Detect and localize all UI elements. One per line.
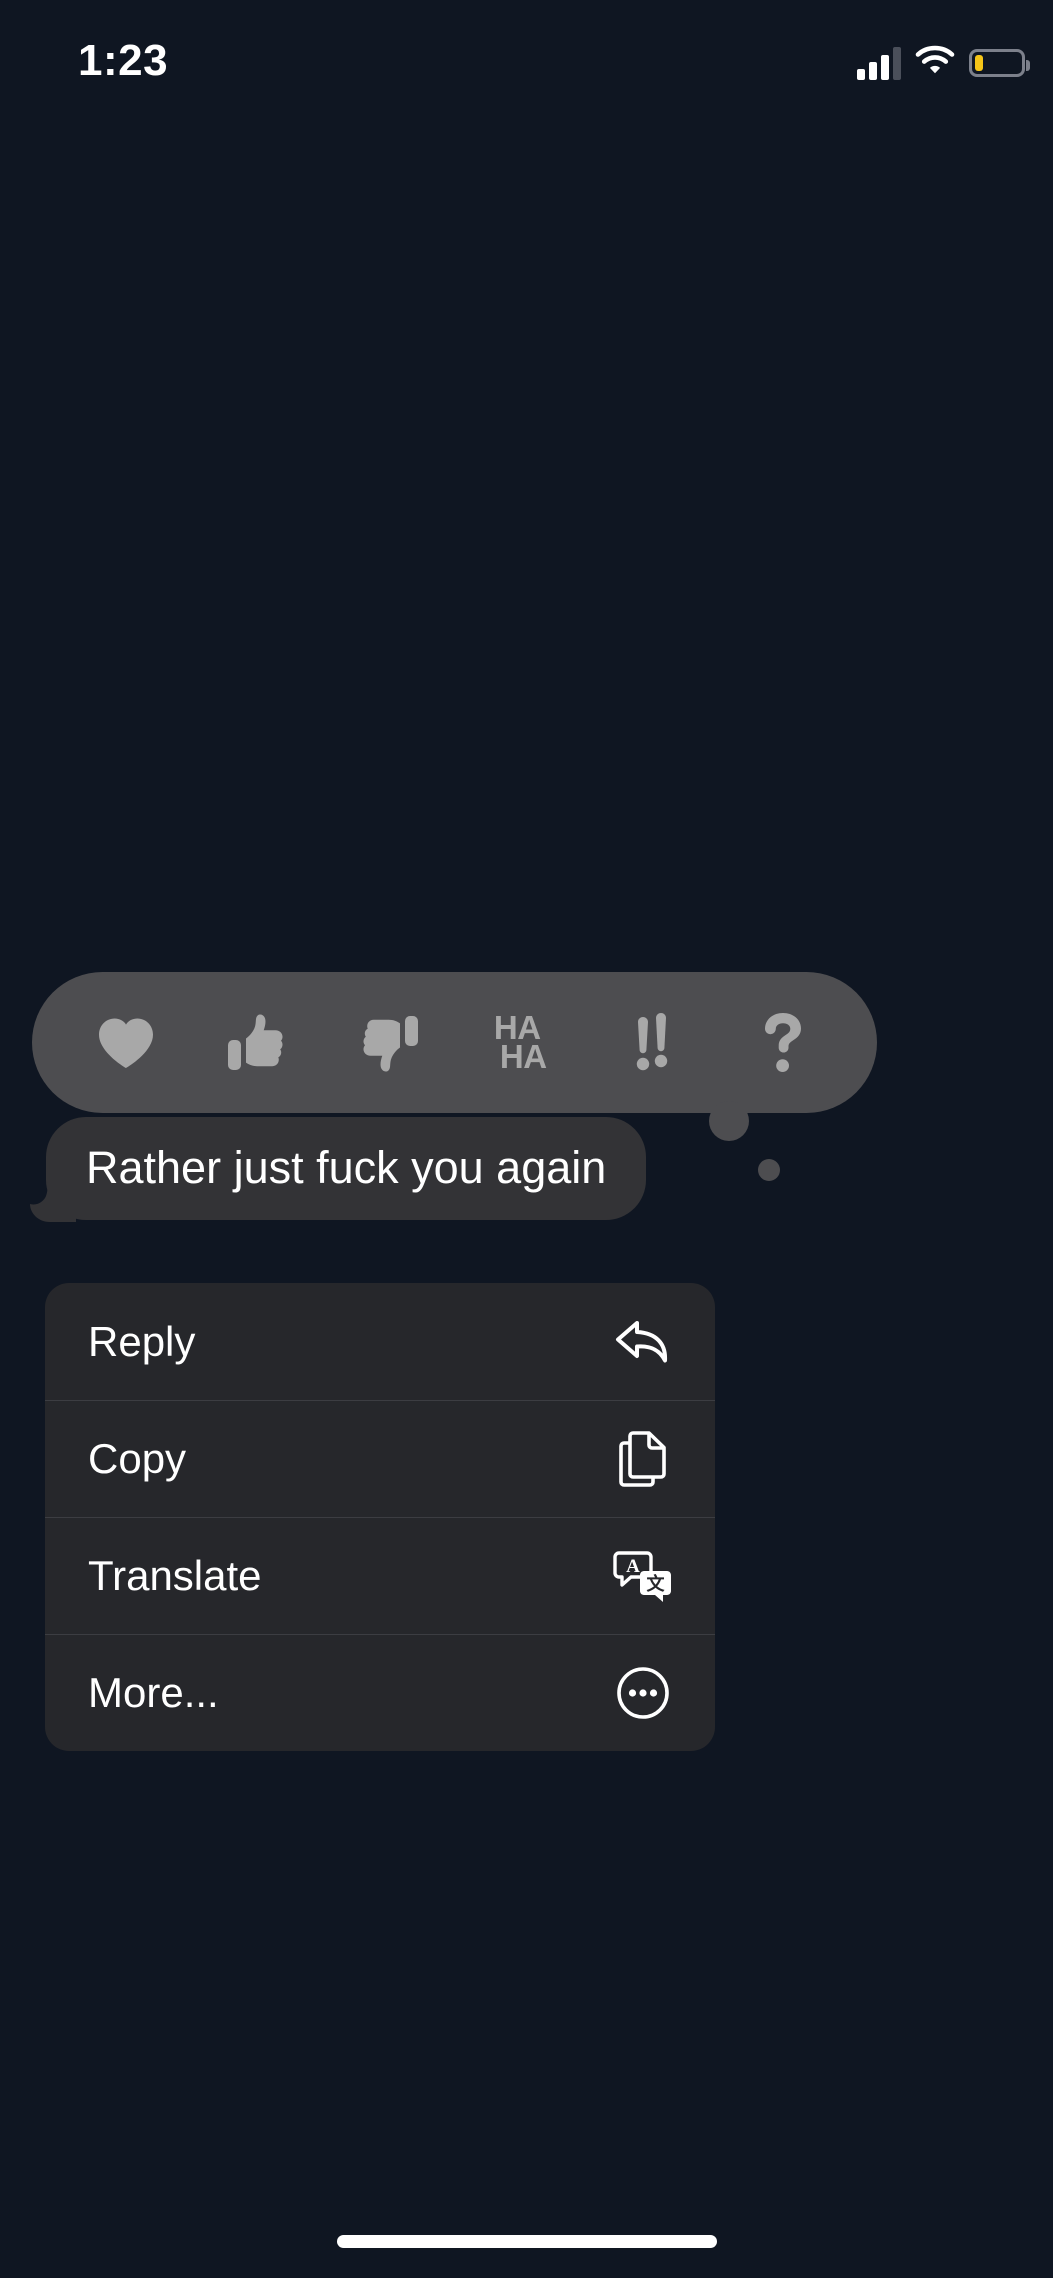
heart-icon	[96, 1016, 156, 1070]
svg-text:A: A	[626, 1556, 640, 1577]
thumbs-down-icon	[359, 1012, 419, 1074]
context-menu-label: Reply	[88, 1317, 196, 1365]
copy-documents-icon	[613, 1429, 673, 1489]
thumbs-up-icon	[227, 1012, 287, 1074]
question-mark-icon	[760, 1012, 806, 1074]
status-bar-indicators	[857, 44, 1030, 81]
message-context-menu[interactable]: Reply Copy Translate A 文 More...	[45, 1283, 715, 1751]
message-text: Rather just fuck you again	[86, 1142, 607, 1193]
cellular-bars-icon	[857, 46, 901, 80]
tapback-tail-small-dot	[758, 1159, 780, 1181]
translate-bubbles-icon: A 文	[613, 1546, 673, 1606]
message-bubble-incoming[interactable]: Rather just fuck you again	[30, 1117, 647, 1222]
tapback-option-thumbsdown[interactable]	[335, 989, 443, 1097]
context-menu-label: More...	[88, 1668, 219, 1716]
tapback-option-thumbsup[interactable]	[203, 989, 311, 1097]
tapback-option-heart[interactable]	[72, 989, 180, 1097]
context-menu-label: Translate	[88, 1551, 262, 1599]
tapback-tail-large-dot	[709, 1101, 749, 1141]
more-ellipsis-circle-icon	[613, 1663, 673, 1723]
context-menu-item-more[interactable]: More...	[45, 1634, 715, 1751]
tapback-reaction-bar[interactable]: HA HA	[32, 972, 877, 1113]
svg-text:文: 文	[647, 1573, 666, 1595]
haha-icon: HA HA	[494, 1011, 547, 1075]
tapback-option-haha[interactable]: HA HA	[466, 989, 574, 1097]
tapback-option-question[interactable]	[729, 989, 837, 1097]
reply-arrow-icon	[613, 1312, 673, 1372]
message-bubble-tail	[30, 1182, 76, 1222]
status-bar-time: 1:23	[78, 36, 169, 85]
context-menu-item-copy[interactable]: Copy	[45, 1400, 715, 1517]
context-menu-item-reply[interactable]: Reply	[45, 1283, 715, 1400]
double-exclamation-icon	[625, 1012, 679, 1074]
wifi-icon	[915, 44, 955, 81]
battery-icon	[969, 48, 1030, 77]
home-indicator[interactable]	[336, 2235, 717, 2248]
context-menu-label: Copy	[88, 1434, 187, 1482]
status-bar: 1:23	[0, 0, 1053, 110]
battery-fill	[975, 54, 983, 71]
tapback-option-exclamation[interactable]	[598, 989, 706, 1097]
haha-line-2: HA	[499, 1037, 547, 1075]
context-menu-item-translate[interactable]: Translate A 文	[45, 1517, 715, 1634]
message-bubble-container[interactable]: Rather just fuck you again	[30, 1117, 647, 1222]
